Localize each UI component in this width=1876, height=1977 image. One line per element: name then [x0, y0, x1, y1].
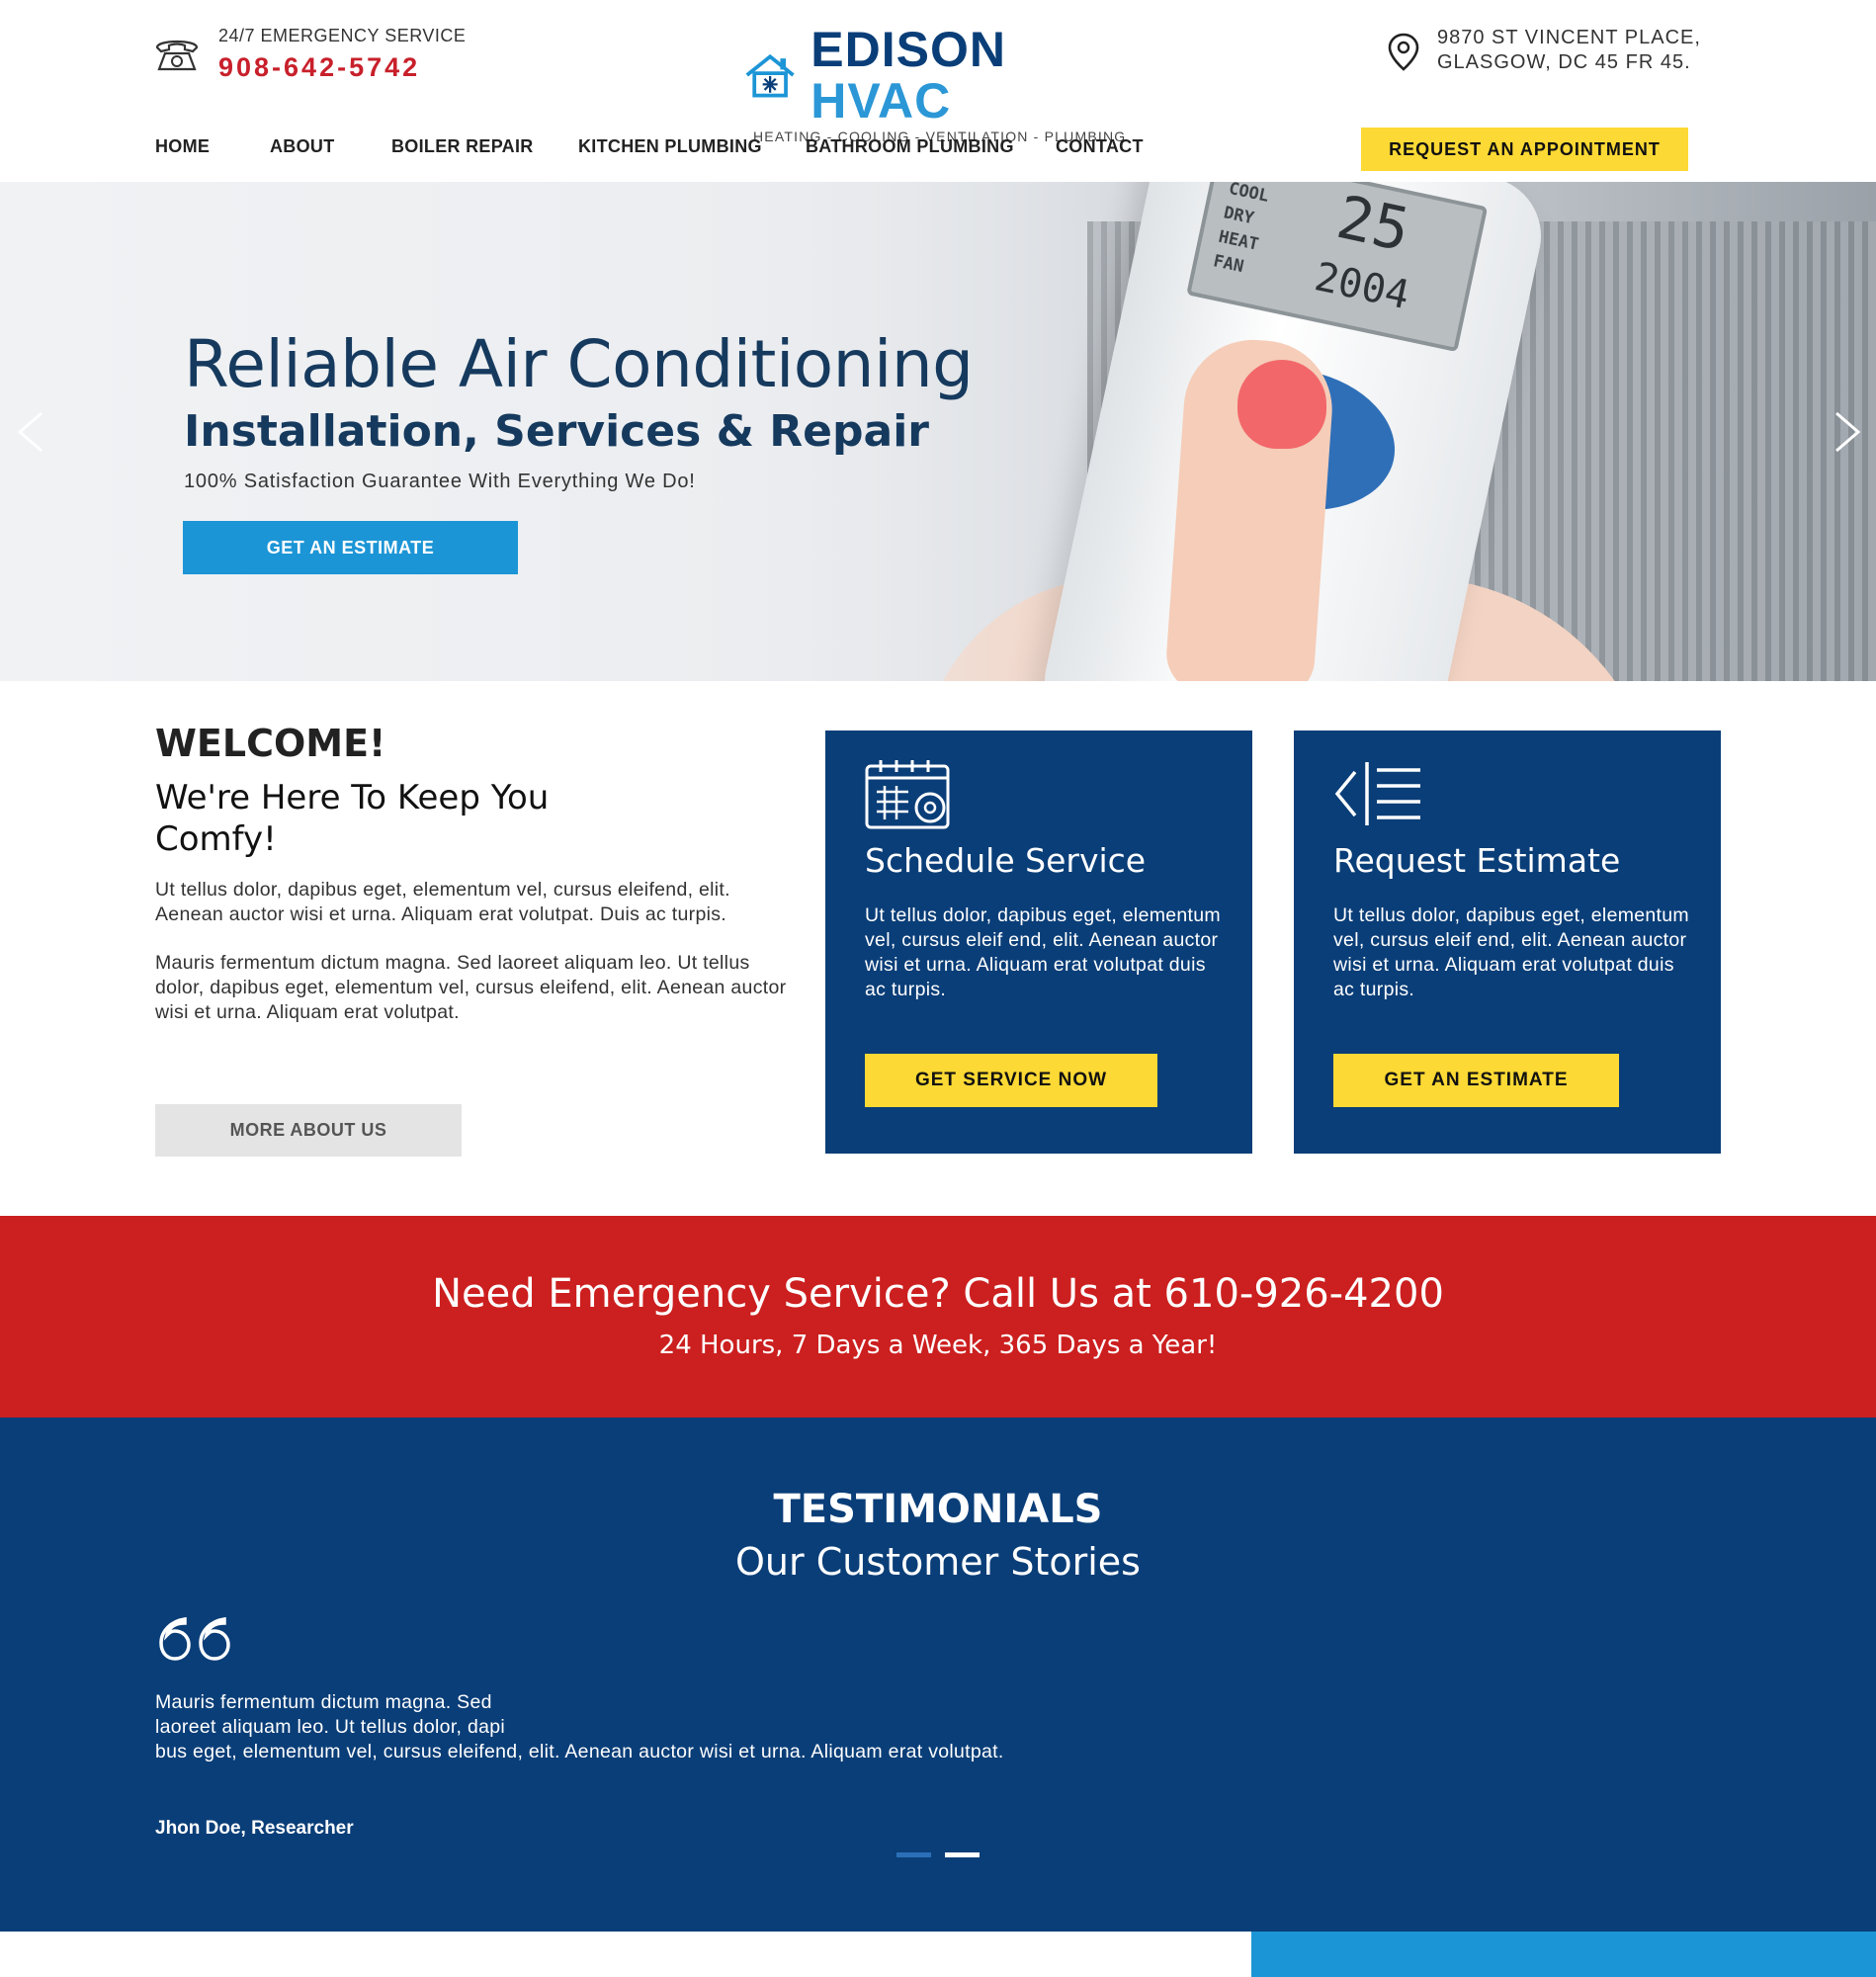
- slider-next-arrow-icon[interactable]: [1827, 407, 1866, 457]
- site-logo[interactable]: EDISON HVAC HEATING - COOLING - VENTILAT…: [743, 22, 1139, 144]
- emergency-banner: Need Emergency Service? Call Us at 610-9…: [0, 1216, 1876, 1418]
- logo-name-edison: EDISON: [810, 22, 1006, 77]
- hero-subtitle: Installation, Services & Repair: [184, 406, 929, 457]
- testimonial-quote-line-3: bus eget, elementum vel, cursus eleifend…: [155, 1741, 1004, 1762]
- testimonials-section: TESTIMONIALS Our Customer Stories Mauris…: [0, 1418, 1876, 1932]
- hero-get-estimate-button[interactable]: GET AN ESTIMATE: [183, 521, 518, 574]
- testimonial-quote-line-1: Mauris fermentum dictum magna. Sed: [155, 1691, 492, 1713]
- welcome-section: WELCOME! We're Here To Keep You Comfy! U…: [155, 722, 788, 1025]
- more-about-us-button[interactable]: MORE ABOUT US: [155, 1104, 462, 1157]
- emergency-phone[interactable]: 908-642-5742: [218, 52, 466, 83]
- request-estimate-title: Request Estimate: [1333, 841, 1621, 880]
- slider-dot-1[interactable]: [896, 1852, 931, 1857]
- address-line-1: 9870 ST VINCENT PLACE,: [1437, 27, 1701, 48]
- request-estimate-card: Request Estimate Ut tellus dolor, dapibu…: [1294, 731, 1721, 1154]
- schedule-service-text: Ut tellus dolor, dapibus eget, elementum…: [865, 904, 1221, 1000]
- emergency-subtitle: 24 Hours, 7 Days a Week, 365 Days a Year…: [658, 1331, 1218, 1360]
- welcome-paragraph-2: Mauris fermentum dictum magna. Sed laore…: [155, 952, 787, 1023]
- nav-item-bathroom-plumbing[interactable]: BATHROOM PLUMBING: [806, 136, 1014, 157]
- house-snowflake-icon: [745, 53, 795, 98]
- telephone-icon: [155, 40, 199, 71]
- schedule-service-card: Schedule Service Ut tellus dolor, dapibu…: [825, 731, 1252, 1154]
- testimonials-subheading: Our Customer Stories: [735, 1540, 1141, 1584]
- get-service-now-button[interactable]: GET SERVICE NOW: [865, 1054, 1157, 1107]
- hero-fingernail: [1237, 360, 1326, 449]
- testimonial-author: Jhon Doe, Researcher: [155, 1818, 354, 1839]
- quote-icon: [159, 1616, 230, 1661]
- calendar-gear-icon: [865, 760, 950, 829]
- request-appointment-button[interactable]: REQUEST AN APPOINTMENT: [1361, 128, 1688, 171]
- nav-item-boiler-repair[interactable]: BOILER REPAIR: [391, 136, 534, 157]
- remote-modes: COOL DRY HEAT FAN: [1211, 182, 1271, 278]
- request-estimate-text: Ut tellus dolor, dapibus eget, elementum…: [1333, 904, 1689, 1000]
- slider-dot-2-active[interactable]: [945, 1852, 980, 1857]
- footer-accent-bar: [1251, 1932, 1876, 1977]
- location-pin-icon: [1388, 33, 1419, 71]
- emergency-label: 24/7 EMERGENCY SERVICE: [218, 26, 467, 45]
- testimonial-quote: Mauris fermentum dictum magna. Sed laore…: [155, 1690, 1242, 1764]
- address-line-2: GLASGOW, DC 45 FR 45.: [1437, 51, 1691, 73]
- nav-item-kitchen-plumbing[interactable]: KITCHEN PLUMBING: [578, 136, 762, 157]
- welcome-subheading: We're Here To Keep You Comfy!: [155, 778, 550, 859]
- nav-item-home[interactable]: HOME: [155, 136, 210, 157]
- emergency-title: Need Emergency Service? Call Us at 610-9…: [432, 1271, 1444, 1317]
- nav-item-about[interactable]: ABOUT: [270, 136, 335, 157]
- address: 9870 ST VINCENT PLACE, GLASGOW, DC 45 FR…: [1386, 26, 1701, 75]
- testimonial-quote-line-2: laoreet aliquam leo. Ut tellus dolor, da…: [155, 1716, 506, 1738]
- remote-display: COOL DRY HEAT FAN 25 2004: [1186, 182, 1489, 353]
- nav-item-contact[interactable]: CONTACT: [1056, 136, 1144, 157]
- remote-temperature: 25: [1330, 182, 1415, 266]
- welcome-heading: WELCOME!: [155, 722, 386, 765]
- slider-prev-arrow-icon[interactable]: [12, 407, 51, 457]
- schedule-service-title: Schedule Service: [865, 841, 1147, 880]
- testimonials-heading: TESTIMONIALS: [773, 1487, 1103, 1532]
- top-header: 24/7 EMERGENCY SERVICE 908-642-5742 EDIS…: [0, 0, 1876, 144]
- emergency-contact[interactable]: 24/7 EMERGENCY SERVICE 908-642-5742: [153, 26, 466, 83]
- hero-text: Reliable Air Conditioning Installation, …: [184, 326, 974, 493]
- welcome-paragraph-1: Ut tellus dolor, dapibus eget, elementum…: [155, 879, 730, 925]
- card-get-estimate-button[interactable]: GET AN ESTIMATE: [1333, 1054, 1619, 1107]
- list-arrow-icon: [1334, 762, 1420, 825]
- hero-title: Reliable Air Conditioning: [184, 326, 974, 402]
- hero-note: 100% Satisfaction Guarantee With Everyth…: [184, 471, 696, 492]
